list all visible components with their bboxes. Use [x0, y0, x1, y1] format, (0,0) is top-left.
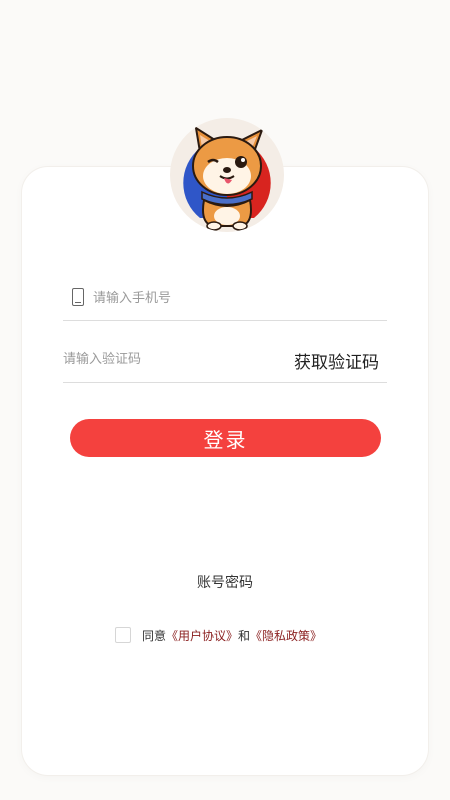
verification-code-input[interactable]	[63, 349, 263, 369]
agreement-connector: 和	[238, 628, 251, 643]
phone-icon	[72, 288, 84, 306]
avatar	[170, 118, 284, 232]
phone-field	[63, 278, 387, 321]
user-agreement-link[interactable]: 《用户协议》	[166, 627, 238, 644]
verification-code-field: 获取验证码	[63, 340, 387, 383]
agreement-checkbox[interactable]	[115, 627, 131, 643]
phone-input[interactable]	[93, 288, 373, 308]
privacy-policy-link[interactable]: 《隐私政策》	[250, 627, 322, 644]
get-code-button[interactable]: 获取验证码	[294, 348, 379, 373]
shiba-dog-mascot-icon	[183, 125, 271, 231]
login-card	[22, 167, 428, 775]
account-password-login-link[interactable]: 账号密码	[0, 572, 450, 592]
login-button[interactable]: 登录	[70, 419, 381, 457]
agreement-row: 同意 《用户协议》 和 《隐私政策》	[115, 625, 322, 645]
agreement-prefix: 同意	[142, 628, 167, 643]
